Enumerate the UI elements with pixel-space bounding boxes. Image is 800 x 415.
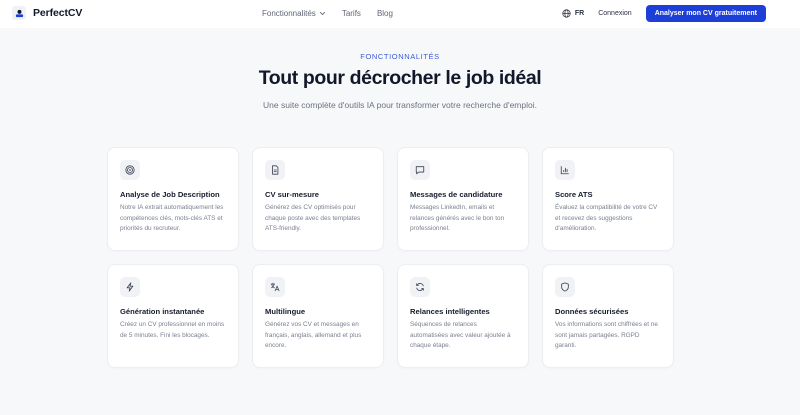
section-subtitle: Une suite complète d'outils IA pour tran…: [263, 100, 537, 110]
feature-title: CV sur-mesure: [265, 190, 320, 199]
main-nav: Fonctionnalités Tarifs Blog: [262, 9, 393, 18]
refresh-icon: [410, 277, 430, 297]
feature-description: Messages LinkedIn, emails et relances gé…: [410, 204, 505, 233]
feature-description: Notre IA extrait automatiquement les com…: [120, 204, 224, 233]
features-grid: Analyse de Job Description Notre IA extr…: [108, 148, 673, 367]
target-icon: [120, 160, 140, 180]
nav-actions: FR Connexion Analyser mon CV gratuitemen…: [562, 5, 766, 22]
section-eyebrow: FONCTIONNALITÉS: [360, 52, 440, 61]
feature-card-custom-cv: CV sur-mesure Générez des CV optimisés p…: [253, 148, 383, 250]
feature-card-messages: Messages de candidature Messages LinkedI…: [398, 148, 528, 250]
feature-title: Données sécurisées: [555, 307, 629, 316]
analyze-cv-button[interactable]: Analyser mon CV gratuitement: [645, 5, 766, 22]
feature-description: Vos informations sont chiffrées et ne so…: [555, 321, 658, 350]
nav-features-dropdown[interactable]: Fonctionnalités: [262, 9, 326, 18]
language-switcher[interactable]: FR: [562, 9, 584, 18]
feature-card-multilingual: Multilingue Générez vos CV et messages e…: [253, 265, 383, 367]
shield-icon: [555, 277, 575, 297]
nav-features-label: Fonctionnalités: [262, 9, 316, 18]
top-navbar: PerfectCV Fonctionnalités Tarifs Blog FR…: [0, 0, 800, 28]
feature-description: Créez un CV professionnel en moins de 5 …: [120, 321, 225, 339]
feature-card-ats-score: Score ATS Évaluez la compatibilité de vo…: [543, 148, 673, 250]
nav-pricing-link[interactable]: Tarifs: [342, 9, 361, 18]
feature-title: Score ATS: [555, 190, 593, 199]
feature-title: Génération instantanée: [120, 307, 205, 316]
document-icon: [265, 160, 285, 180]
feature-card-follow-ups: Relances intelligentes Séquences de rela…: [398, 265, 528, 367]
chevron-down-icon: [319, 11, 325, 16]
feature-card-job-analysis: Analyse de Job Description Notre IA extr…: [108, 148, 238, 250]
translate-icon: [265, 277, 285, 297]
logo-mark-icon: [12, 6, 26, 20]
language-label: FR: [574, 10, 585, 17]
feature-description: Évaluez la compatibilité de votre CV et …: [555, 204, 658, 233]
brand-name: PerfectCV: [33, 7, 83, 19]
message-icon: [410, 160, 430, 180]
feature-title: Analyse de Job Description: [120, 190, 220, 199]
feature-title: Relances intelligentes: [410, 307, 490, 316]
lightning-icon: [120, 277, 140, 297]
login-link[interactable]: Connexion: [598, 10, 631, 17]
feature-title: Messages de candidature: [410, 190, 503, 199]
bar-chart-icon: [555, 160, 575, 180]
section-title: Tout pour décrocher le job idéal: [258, 67, 542, 89]
nav-blog-link[interactable]: Blog: [377, 9, 393, 18]
feature-description: Séquences de relances automatisées avec …: [410, 321, 511, 350]
globe-icon: [562, 9, 571, 18]
feature-description: Générez vos CV et messages en français, …: [265, 321, 362, 350]
feature-description: Générez des CV optimisés pour chaque pos…: [265, 204, 361, 233]
feature-card-security: Données sécurisées Vos informations sont…: [543, 265, 673, 367]
brand-logo[interactable]: PerfectCV: [12, 6, 82, 20]
feature-title: Multilingue: [265, 307, 306, 316]
feature-card-instant: Génération instantanée Créez un CV profe…: [108, 265, 238, 367]
